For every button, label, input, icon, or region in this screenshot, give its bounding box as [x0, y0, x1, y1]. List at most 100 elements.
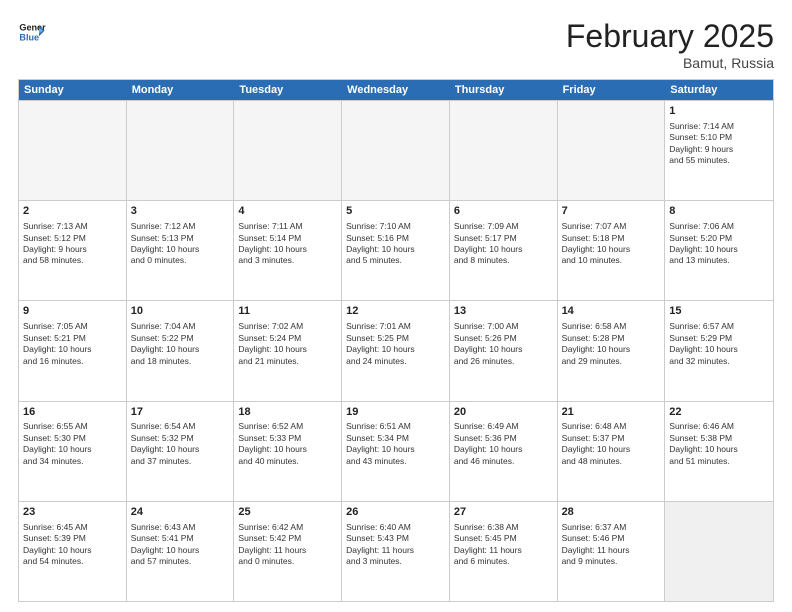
- day-number: 20: [454, 405, 553, 420]
- day-info-line: Sunset: 5:18 PM: [562, 233, 661, 244]
- day-info-line: Sunrise: 7:11 AM: [238, 221, 337, 232]
- cal-cell-1-2: 4Sunrise: 7:11 AMSunset: 5:14 PMDaylight…: [234, 201, 342, 300]
- day-number: 18: [238, 405, 337, 420]
- day-number: 3: [131, 204, 230, 219]
- logo: General Blue: [18, 18, 46, 46]
- day-info-line: Daylight: 10 hours: [562, 244, 661, 255]
- day-info-line: and 24 minutes.: [346, 356, 445, 367]
- cal-cell-2-0: 9Sunrise: 7:05 AMSunset: 5:21 PMDaylight…: [19, 301, 127, 400]
- day-number: 19: [346, 405, 445, 420]
- day-info-line: Sunrise: 6:58 AM: [562, 321, 661, 332]
- day-info-line: and 29 minutes.: [562, 356, 661, 367]
- day-info-line: Daylight: 10 hours: [346, 244, 445, 255]
- day-info-line: Sunrise: 6:37 AM: [562, 522, 661, 533]
- cal-cell-0-5: [558, 101, 666, 200]
- day-info-line: Sunrise: 6:42 AM: [238, 522, 337, 533]
- day-info-line: Sunset: 5:38 PM: [669, 433, 769, 444]
- day-info-line: and 34 minutes.: [23, 456, 122, 467]
- day-info-line: and 58 minutes.: [23, 255, 122, 266]
- day-info-line: Daylight: 10 hours: [669, 344, 769, 355]
- day-info-line: Sunrise: 7:06 AM: [669, 221, 769, 232]
- day-number: 15: [669, 304, 769, 319]
- calendar: SundayMondayTuesdayWednesdayThursdayFrid…: [18, 79, 774, 602]
- cal-cell-0-6: 1 Sunrise: 7:14 AMSunset: 5:10 PMDaylight…: [665, 101, 773, 200]
- day-info-line: Sunset: 5:37 PM: [562, 433, 661, 444]
- cal-cell-3-0: 16Sunrise: 6:55 AMSunset: 5:30 PMDayligh…: [19, 402, 127, 501]
- day-info-line: and 55 minutes.: [669, 155, 769, 166]
- header-day-wednesday: Wednesday: [342, 80, 450, 100]
- day-number: 26: [346, 505, 445, 520]
- cal-cell-4-1: 24Sunrise: 6:43 AMSunset: 5:41 PMDayligh…: [127, 502, 235, 601]
- cal-cell-3-3: 19Sunrise: 6:51 AMSunset: 5:34 PMDayligh…: [342, 402, 450, 501]
- logo-icon: General Blue: [18, 18, 46, 46]
- cal-cell-2-1: 10Sunrise: 7:04 AMSunset: 5:22 PMDayligh…: [127, 301, 235, 400]
- cal-cell-3-2: 18Sunrise: 6:52 AMSunset: 5:33 PMDayligh…: [234, 402, 342, 501]
- day-number: 7: [562, 204, 661, 219]
- day-info-line: Sunset: 5:39 PM: [23, 533, 122, 544]
- day-info-line: Daylight: 10 hours: [669, 444, 769, 455]
- day-info-line: and 10 minutes.: [562, 255, 661, 266]
- day-number: 23: [23, 505, 122, 520]
- header-day-friday: Friday: [558, 80, 666, 100]
- day-info-line: and 48 minutes.: [562, 456, 661, 467]
- title-block: February 2025 Bamut, Russia: [566, 18, 774, 71]
- day-info-line: Sunset: 5:43 PM: [346, 533, 445, 544]
- day-info-line: Sunset: 5:29 PM: [669, 333, 769, 344]
- day-info-line: Sunset: 5:14 PM: [238, 233, 337, 244]
- day-info-line: Sunrise: 6:55 AM: [23, 421, 122, 432]
- cal-cell-0-2: [234, 101, 342, 200]
- day-info-line: Sunrise: 7:05 AM: [23, 321, 122, 332]
- day-info-line: Daylight: 10 hours: [669, 244, 769, 255]
- day-info-line: Daylight: 11 hours: [562, 545, 661, 556]
- day-info-line: Sunset: 5:25 PM: [346, 333, 445, 344]
- cal-cell-1-6: 8Sunrise: 7:06 AMSunset: 5:20 PMDaylight…: [665, 201, 773, 300]
- day-info-line: Sunrise: 6:43 AM: [131, 522, 230, 533]
- day-info-line: and 8 minutes.: [454, 255, 553, 266]
- cal-cell-1-1: 3Sunrise: 7:12 AMSunset: 5:13 PMDaylight…: [127, 201, 235, 300]
- day-info-line: Sunrise: 7:09 AM: [454, 221, 553, 232]
- day-info-line: Sunrise: 6:46 AM: [669, 421, 769, 432]
- day-info-line: and 13 minutes.: [669, 255, 769, 266]
- day-info-line: Daylight: 10 hours: [131, 244, 230, 255]
- calendar-header: SundayMondayTuesdayWednesdayThursdayFrid…: [19, 80, 773, 100]
- day-info-line: Daylight: 10 hours: [562, 344, 661, 355]
- day-info-line: Sunset: 5:10 PM: [669, 132, 769, 143]
- day-info-line: Daylight: 11 hours: [346, 545, 445, 556]
- day-info-line: Sunset: 5:20 PM: [669, 233, 769, 244]
- header-day-monday: Monday: [127, 80, 235, 100]
- cal-cell-3-1: 17Sunrise: 6:54 AMSunset: 5:32 PMDayligh…: [127, 402, 235, 501]
- page: General Blue February 2025 Bamut, Russia…: [0, 0, 792, 612]
- day-info-line: Daylight: 10 hours: [131, 545, 230, 556]
- day-info-line: Daylight: 10 hours: [131, 444, 230, 455]
- calendar-row-0: 1 Sunrise: 7:14 AMSunset: 5:10 PMDaylight…: [19, 100, 773, 200]
- day-number: 5: [346, 204, 445, 219]
- day-number: 4: [238, 204, 337, 219]
- day-info-line: Sunrise: 7:13 AM: [23, 221, 122, 232]
- day-info-line: and 5 minutes.: [346, 255, 445, 266]
- day-info-line: and 18 minutes.: [131, 356, 230, 367]
- day-info-line: Sunrise: 7:00 AM: [454, 321, 553, 332]
- day-info-line: Sunset: 5:32 PM: [131, 433, 230, 444]
- svg-text:Blue: Blue: [19, 32, 39, 42]
- day-info-line: Sunrise: 7:01 AM: [346, 321, 445, 332]
- day-info-line: Sunrise: 6:40 AM: [346, 522, 445, 533]
- cal-cell-1-5: 7Sunrise: 7:07 AMSunset: 5:18 PMDaylight…: [558, 201, 666, 300]
- day-info-line: and 54 minutes.: [23, 556, 122, 567]
- day-info-line: and 26 minutes.: [454, 356, 553, 367]
- header: General Blue February 2025 Bamut, Russia: [18, 18, 774, 71]
- day-number: 1: [669, 104, 769, 119]
- day-info-line: Daylight: 10 hours: [131, 344, 230, 355]
- cal-cell-3-6: 22Sunrise: 6:46 AMSunset: 5:38 PMDayligh…: [665, 402, 773, 501]
- cal-cell-4-0: 23Sunrise: 6:45 AMSunset: 5:39 PMDayligh…: [19, 502, 127, 601]
- day-info-line: Sunset: 5:30 PM: [23, 433, 122, 444]
- day-info-line: Sunset: 5:33 PM: [238, 433, 337, 444]
- cal-cell-4-3: 26 Sunrise: 6:40 AMSunset: 5:43 PMDayligh…: [342, 502, 450, 601]
- day-info-line: Sunrise: 7:14 AM: [669, 121, 769, 132]
- day-info-line: Daylight: 10 hours: [23, 545, 122, 556]
- day-info-line: Daylight: 9 hours: [669, 144, 769, 155]
- cal-cell-2-2: 11Sunrise: 7:02 AMSunset: 5:24 PMDayligh…: [234, 301, 342, 400]
- day-info-line: Daylight: 11 hours: [454, 545, 553, 556]
- cal-cell-0-0: [19, 101, 127, 200]
- day-info-line: Sunset: 5:16 PM: [346, 233, 445, 244]
- header-day-thursday: Thursday: [450, 80, 558, 100]
